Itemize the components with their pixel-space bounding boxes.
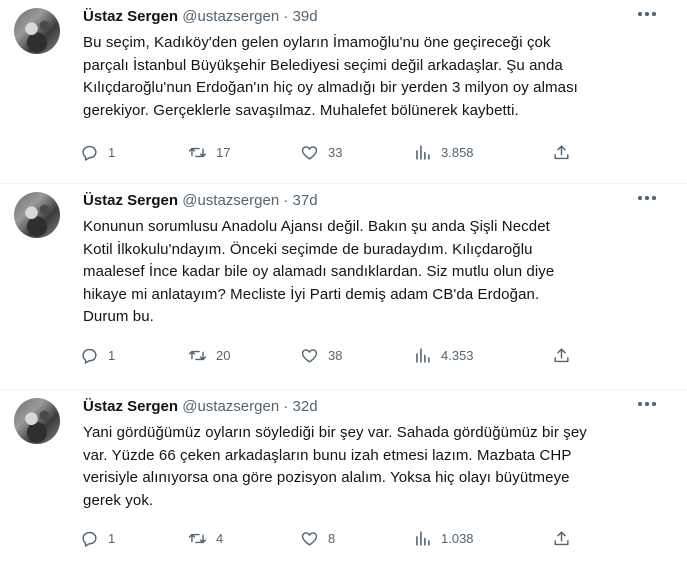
- author-handle[interactable]: @ustazsergen: [182, 398, 279, 415]
- views-icon: [416, 531, 430, 546]
- avatar[interactable]: [14, 192, 60, 238]
- tweet-text-line: Kotil İlkokulu'ndayım. Önceki seçimde de…: [83, 240, 533, 258]
- reply-icon: [82, 531, 97, 547]
- like-count: 33: [328, 145, 343, 160]
- views-count: 1.038: [441, 531, 474, 546]
- reply-icon: [82, 348, 97, 364]
- action-bar: 1 4 8 1.038: [80, 529, 580, 551]
- share-icon: [554, 531, 569, 546]
- author-handle[interactable]: @ustazsergen: [182, 8, 279, 25]
- share-button[interactable]: [552, 346, 571, 365]
- views-count: 3.858: [441, 145, 474, 160]
- separator: ·: [283, 398, 289, 415]
- like-button[interactable]: 8: [300, 529, 335, 548]
- views-icon: [416, 145, 430, 160]
- tweet-text-line: parçalı İstanbul Büyükşehir Belediyesi s…: [83, 56, 563, 74]
- avatar[interactable]: [14, 8, 60, 54]
- share-icon: [554, 145, 569, 160]
- separator: ·: [283, 8, 289, 25]
- tweet-text-line: gerekiyor. Gerçeklerle savaşılmaz. Muhal…: [83, 101, 519, 119]
- tweet-header: Üstaz Sergen @ustazsergen · 39d: [83, 8, 318, 25]
- retweet-count: 17: [216, 145, 231, 160]
- tweet-text-line: gerek yok.: [83, 491, 154, 509]
- timestamp[interactable]: 32d: [293, 398, 318, 415]
- reply-button[interactable]: 1: [80, 529, 115, 548]
- tweet-text-line: var. Yüzde 66 çeken arkadaşların bunu iz…: [83, 446, 572, 464]
- views-icon: [416, 348, 430, 363]
- separator: ·: [283, 192, 289, 209]
- tweet-text-line: Durum bu.: [83, 308, 154, 325]
- tweet[interactable]: Üstaz Sergen @ustazsergen · 39d Bu seçim…: [0, 0, 687, 183]
- views-button[interactable]: 3.858: [413, 143, 474, 162]
- heart-icon: [301, 146, 318, 160]
- views-button[interactable]: 4.353: [413, 346, 474, 365]
- retweet-icon: [188, 533, 207, 544]
- share-icon: [554, 348, 569, 363]
- retweet-icon: [188, 350, 207, 361]
- more-icon[interactable]: [638, 10, 660, 18]
- like-button[interactable]: 33: [300, 143, 342, 162]
- author-handle[interactable]: @ustazsergen: [182, 192, 279, 209]
- tweet-text-line: verisiyle alınıyorsa ona göre pozisyon a…: [83, 469, 570, 486]
- more-icon[interactable]: [638, 194, 660, 202]
- author-name[interactable]: Üstaz Sergen: [83, 8, 178, 25]
- timestamp[interactable]: 39d: [293, 8, 318, 25]
- more-icon[interactable]: [638, 400, 660, 408]
- views-button[interactable]: 1.038: [413, 529, 474, 548]
- retweet-button[interactable]: 20: [188, 346, 230, 365]
- tweet-text-line: Konunun sorumlusu Anadolu Ajansı değil. …: [83, 218, 550, 235]
- action-bar: 1 17 33 3.858: [80, 143, 580, 165]
- avatar[interactable]: [14, 398, 60, 444]
- reply-count: 1: [108, 145, 116, 160]
- reply-icon: [82, 145, 97, 161]
- retweet-button[interactable]: 17: [188, 143, 230, 162]
- tweet-header: Üstaz Sergen @ustazsergen · 32d: [83, 398, 318, 415]
- tweet-text: Bu seçim, Kadıköy'den gelen oyların İmam…: [83, 32, 663, 122]
- share-button[interactable]: [552, 143, 571, 162]
- tweet-text-line: hikaye mi anlatayım? Mecliste İyi Parti …: [83, 285, 540, 303]
- reply-count: 1: [108, 348, 116, 363]
- tweet-text-line: maalesef İnce kadar bile oy alamadı sand…: [83, 263, 555, 280]
- retweet-count: 4: [216, 531, 224, 546]
- tweet-text-line: Kılıçdaroğlu'nun Erdoğan'ın hiç oy almad…: [83, 79, 578, 96]
- timestamp[interactable]: 37d: [293, 192, 318, 209]
- like-count: 8: [328, 531, 336, 546]
- tweet-text-line: Yani gördüğümüz oyların söylediği bir şe…: [83, 424, 587, 441]
- tweet-text-line: Bu seçim, Kadıköy'den gelen oyların İmam…: [83, 34, 551, 51]
- tweet-text: Konunun sorumlusu Anadolu Ajansı değil. …: [83, 216, 663, 329]
- tweet[interactable]: Üstaz Sergen @ustazsergen · 37d Konunun …: [0, 184, 687, 389]
- tweet[interactable]: Üstaz Sergen @ustazsergen · 32d Yani gör…: [0, 390, 687, 565]
- share-button[interactable]: [552, 529, 571, 548]
- retweet-button[interactable]: 4: [188, 529, 223, 548]
- like-button[interactable]: 38: [300, 346, 342, 365]
- reply-button[interactable]: 1: [80, 346, 115, 365]
- tweet-text: Yani gördüğümüz oyların söylediği bir şe…: [83, 422, 663, 512]
- reply-button[interactable]: 1: [80, 143, 115, 162]
- heart-icon: [301, 532, 318, 546]
- retweet-count: 20: [216, 348, 231, 363]
- like-count: 38: [328, 348, 343, 363]
- heart-icon: [301, 349, 318, 363]
- action-bar: 1 20 38 4.353: [80, 346, 580, 368]
- author-name[interactable]: Üstaz Sergen: [83, 192, 178, 209]
- retweet-icon: [188, 147, 207, 158]
- views-count: 4.353: [441, 348, 474, 363]
- reply-count: 1: [108, 531, 116, 546]
- author-name[interactable]: Üstaz Sergen: [83, 398, 178, 415]
- tweet-header: Üstaz Sergen @ustazsergen · 37d: [83, 192, 318, 209]
